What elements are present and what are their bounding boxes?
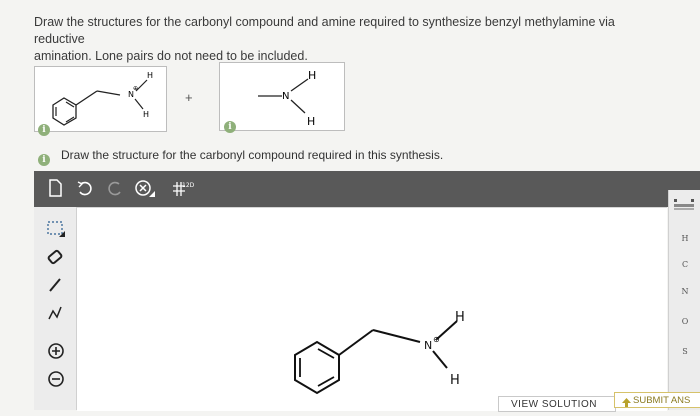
amine-h-top: H [308,69,316,82]
canvas-molecule: N ⊕ H H [294,310,465,395]
element-n[interactable]: N [669,287,700,296]
amine-structure-box: N H H [219,62,345,131]
subquestion-text: Draw the structure for the carbonyl comp… [61,148,444,162]
single-bond-icon[interactable] [44,275,68,295]
eraser-icon[interactable] [44,247,68,267]
view-solution-label: VIEW SOLUTION [511,399,597,410]
add-charge-icon[interactable] [44,341,68,361]
template-icon[interactable]: 12D [169,179,195,199]
redo-icon[interactable] [104,179,126,199]
chain-icon[interactable] [44,303,68,323]
amine-h-bottom: H [307,115,315,128]
submit-label: SUBMIT ANS [633,395,691,406]
delete-icon[interactable] [134,179,156,199]
info-icon[interactable]: i [38,124,50,136]
element-c[interactable]: C [669,260,700,269]
amine-structure: N H H [258,69,316,128]
drawing-canvas[interactable]: N ⊕ H H [77,207,667,411]
product-structure: N ⊕ H H [52,71,153,126]
new-document-icon[interactable] [44,179,66,199]
undo-icon[interactable] [74,179,96,199]
drawing-toolbar: 12D [34,171,700,207]
select-icon[interactable] [44,219,68,239]
element-h[interactable]: H [669,234,700,243]
periodic-table-icon[interactable] [674,198,694,216]
remove-charge-icon[interactable] [44,369,68,389]
submit-answer-button[interactable]: SUBMIT ANS [614,392,700,408]
element-s[interactable]: S [669,347,700,356]
product-charge: ⊕ [133,85,138,92]
element-panel: H C N O S [668,190,700,410]
question-line-1: Draw the structures for the carbonyl com… [34,15,615,46]
info-icon[interactable]: i [38,154,50,166]
question-text: Draw the structures for the carbonyl com… [34,14,654,65]
amine-n: N [282,91,289,102]
template-label: 12D [182,182,195,189]
canvas-h-top: H [455,310,465,325]
left-tool-panel [34,207,77,410]
product-structure-box: N ⊕ H H [34,66,167,132]
canvas-h-bottom: H [450,373,460,388]
plus-sign: + [185,90,193,105]
canvas-n: N [424,339,432,352]
element-o[interactable]: O [669,317,700,326]
product-h-bottom: H [143,110,149,119]
product-h-top: H [147,71,153,80]
submit-icon [622,397,631,407]
info-icon[interactable]: i [224,121,236,133]
